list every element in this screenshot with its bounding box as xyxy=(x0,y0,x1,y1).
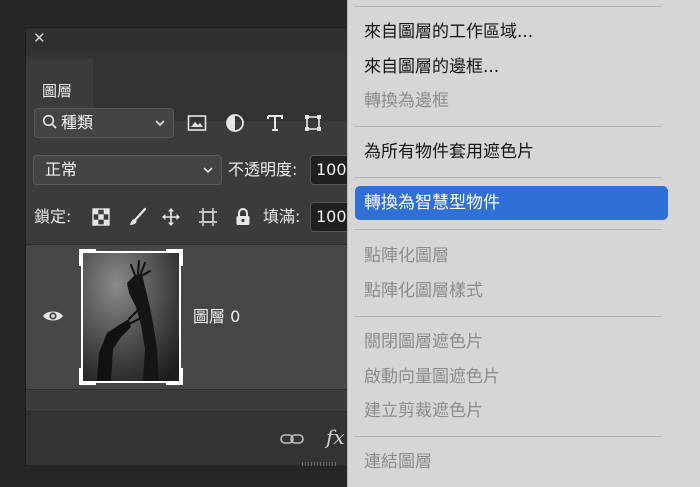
image-filter-icon[interactable] xyxy=(186,112,208,134)
menu-separator xyxy=(355,436,661,437)
lock-position-icon[interactable] xyxy=(160,206,182,228)
search-icon xyxy=(42,114,57,129)
blend-mode-value: 正常 xyxy=(45,160,78,179)
menu-item-link-layers: 連結圖層 xyxy=(364,452,432,472)
menu-separator xyxy=(355,229,661,230)
lock-all-icon[interactable] xyxy=(232,206,254,228)
menu-separator xyxy=(355,177,661,178)
opacity-label: 不透明度: xyxy=(228,160,298,179)
chevron-down-icon xyxy=(155,120,165,127)
tab-layers-label: 圖層 xyxy=(42,82,73,100)
layers-empty-area xyxy=(26,389,364,411)
fill-value: 100 xyxy=(316,207,347,226)
resize-grip[interactable] xyxy=(302,462,338,466)
chevron-down-icon xyxy=(203,167,213,174)
menu-item-disable-layer-mask: 關閉圖層遮色片 xyxy=(364,332,483,352)
opacity-value: 100 xyxy=(316,160,347,179)
lock-label: 鎖定: xyxy=(34,207,72,226)
eye-icon[interactable] xyxy=(42,308,64,324)
menu-separator xyxy=(355,126,661,127)
layer-thumbnail[interactable] xyxy=(79,249,183,385)
shape-filter-icon[interactable] xyxy=(302,112,324,134)
blend-mode-dropdown[interactable]: 正常 xyxy=(33,155,222,185)
lock-artboard-icon[interactable] xyxy=(197,206,219,228)
adjustment-filter-icon[interactable] xyxy=(224,112,246,134)
menu-item-mask-all-objects[interactable]: 為所有物件套用遮色片 xyxy=(364,142,534,162)
menu-item-artboard-from-layers[interactable]: 來自圖層的工作區域... xyxy=(364,22,533,42)
close-icon[interactable]: ✕ xyxy=(33,29,46,47)
lock-paint-icon[interactable] xyxy=(127,206,149,228)
menu-separator xyxy=(355,6,661,7)
context-menu: 來自圖層的工作區域... 來自圖層的邊框... 轉換為邊框 為所有物件套用遮色片… xyxy=(347,0,700,487)
type-filter-icon[interactable] xyxy=(264,112,286,134)
panel-footer: fx xyxy=(26,411,364,466)
fill-label: 填滿: xyxy=(263,207,301,226)
lock-transparent-icon[interactable] xyxy=(90,206,112,228)
link-layers-icon[interactable] xyxy=(280,432,304,446)
menu-item-frame-from-layers[interactable]: 來自圖層的邊框... xyxy=(364,57,499,77)
layer-row[interactable]: 圖層 0 xyxy=(26,245,364,389)
layer-style-fx-button[interactable]: fx xyxy=(326,425,345,449)
menu-item-rasterize-layer-style: 點陣化圖層樣式 xyxy=(364,281,483,301)
menu-separator xyxy=(355,316,661,317)
filter-kind-value: 種類 xyxy=(61,113,94,132)
menu-item-create-clipping-mask: 建立剪裁遮色片 xyxy=(364,401,483,421)
panel-title-bar: ✕ xyxy=(26,28,364,49)
menu-item-rasterize-layer: 點陣化圖層 xyxy=(364,246,449,266)
menu-item-convert-to-smart-object-label: 轉換為智慧型物件 xyxy=(364,193,500,213)
menu-item-convert-to-smart-object[interactable]: 轉換為智慧型物件 xyxy=(355,186,668,220)
layer-name: 圖層 0 xyxy=(193,307,241,326)
menu-item-enable-vector-mask: 啟動向量圖遮色片 xyxy=(364,367,500,387)
filter-kind-dropdown[interactable]: 種類 xyxy=(34,108,174,138)
menu-item-convert-to-frame: 轉換為邊框 xyxy=(364,91,449,111)
layers-panel: ✕ 圖層 種類 正常 不透明度: 100 鎖定: 填滿: 100 圖層 0 fx xyxy=(25,27,370,466)
